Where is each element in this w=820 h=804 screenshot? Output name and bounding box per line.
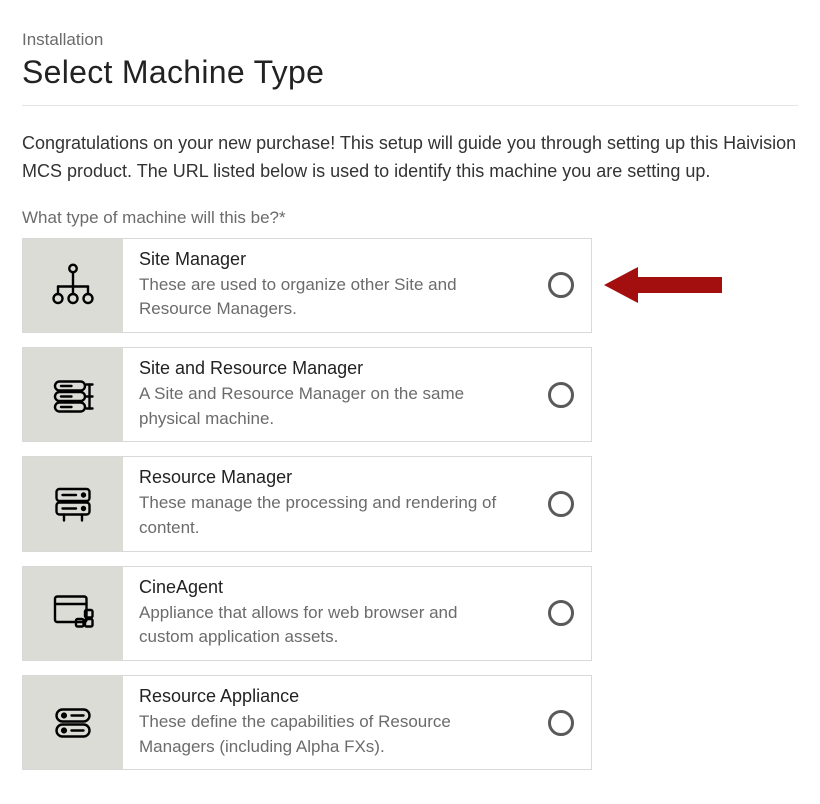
callout-arrow xyxy=(604,263,724,307)
option-radio[interactable] xyxy=(531,676,591,769)
option-radio[interactable] xyxy=(531,348,591,441)
option-title: Site and Resource Manager xyxy=(139,358,515,379)
intro-text: Congratulations on your new purchase! Th… xyxy=(22,130,798,186)
option-title: Site Manager xyxy=(139,249,515,270)
option-title: Resource Appliance xyxy=(139,686,515,707)
option-desc: These are used to organize other Site an… xyxy=(139,273,515,322)
option-radio[interactable] xyxy=(531,457,591,550)
option-title: Resource Manager xyxy=(139,467,515,488)
option-radio[interactable] xyxy=(531,567,591,660)
option-desc: A Site and Resource Manager on the same … xyxy=(139,382,515,431)
hierarchy-icon xyxy=(23,239,123,332)
breadcrumb: Installation xyxy=(22,30,798,50)
page-title: Select Machine Type xyxy=(22,54,798,105)
option-site-resource-manager[interactable]: Site and Resource Manager A Site and Res… xyxy=(22,347,592,442)
server-rack-icon xyxy=(23,457,123,550)
option-cineagent[interactable]: CineAgent Appliance that allows for web … xyxy=(22,566,592,661)
option-radio[interactable] xyxy=(531,239,591,332)
machine-type-prompt: What type of machine will this be?* xyxy=(22,208,798,228)
stacked-servers-icon xyxy=(23,348,123,441)
option-title: CineAgent xyxy=(139,577,515,598)
option-desc: These define the capabilities of Resourc… xyxy=(139,710,515,759)
option-desc: Appliance that allows for web browser an… xyxy=(139,601,515,650)
appliance-icon xyxy=(23,676,123,769)
option-resource-manager[interactable]: Resource Manager These manage the proces… xyxy=(22,456,592,551)
machine-type-options: Site Manager These are used to organize … xyxy=(22,238,798,770)
browser-apps-icon xyxy=(23,567,123,660)
option-desc: These manage the processing and renderin… xyxy=(139,491,515,540)
title-divider xyxy=(22,105,798,106)
option-resource-appliance[interactable]: Resource Appliance These define the capa… xyxy=(22,675,592,770)
option-site-manager[interactable]: Site Manager These are used to organize … xyxy=(22,238,592,333)
